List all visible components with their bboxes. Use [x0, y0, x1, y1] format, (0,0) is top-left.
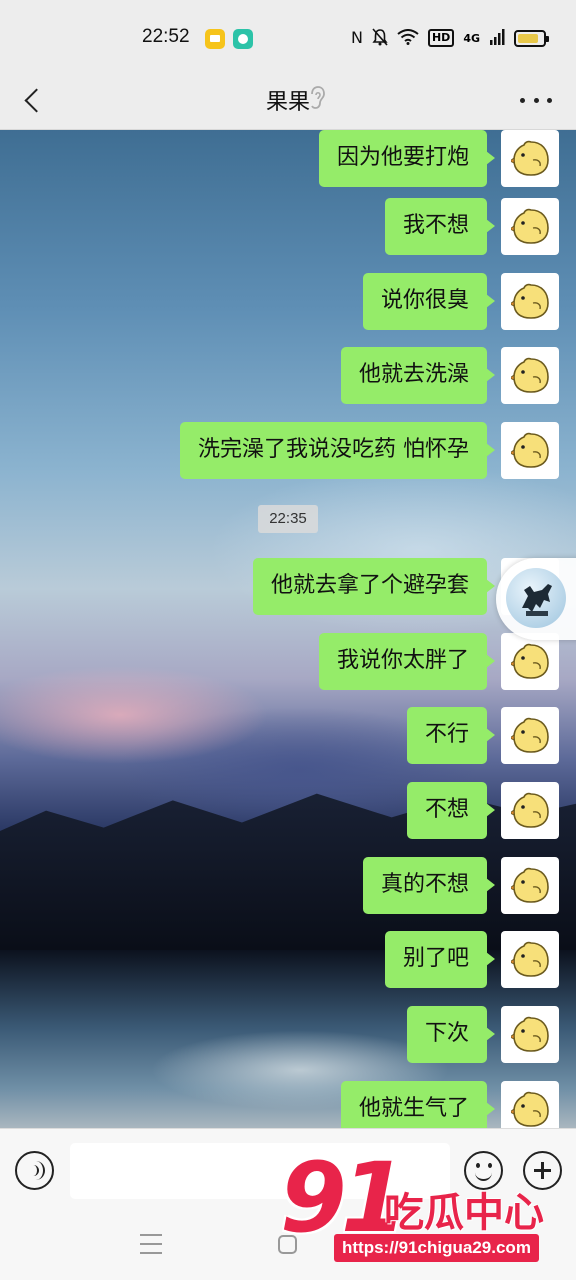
more-options-button[interactable]	[520, 86, 552, 114]
message-bubble[interactable]: 说你很臭	[362, 273, 496, 330]
avatar[interactable]	[501, 782, 559, 839]
message-row: 因为他要打炮	[318, 130, 559, 187]
message-bubble[interactable]: 他就生气了	[340, 1081, 496, 1128]
menu-line-icon	[140, 1252, 162, 1254]
watermark-url: https://91chigua29.com	[334, 1234, 539, 1262]
chick-avatar-icon	[511, 1016, 549, 1052]
message-row: 别了吧	[384, 931, 559, 988]
notification-app-icon	[205, 29, 225, 49]
nfc-icon: Ν	[351, 28, 363, 47]
status-bar: 22:52 Ν HD 4G	[0, 0, 576, 72]
signal-icon	[489, 28, 505, 48]
chick-avatar-icon	[511, 357, 549, 393]
message-row: 下次	[406, 1006, 559, 1063]
chat-area[interactable]: 因为他要打炮我不想说你很臭他就去洗澡洗完澡了我说没吃药 怕怀孕他就去拿了个避孕套…	[0, 130, 576, 1128]
avatar[interactable]	[501, 707, 559, 764]
message-row: 真的不想	[362, 857, 559, 914]
chick-avatar-icon	[511, 792, 549, 828]
menu-line-icon	[140, 1234, 162, 1236]
chat-title: 果果	[265, 90, 310, 115]
message-bubble[interactable]: 他就去洗澡	[340, 347, 496, 404]
message-bubble[interactable]: 我不想	[384, 198, 496, 255]
avatar[interactable]	[501, 198, 559, 255]
notification-chat-icon	[233, 29, 253, 49]
battery-icon	[514, 29, 549, 47]
message-bubble[interactable]: 真的不想	[362, 857, 496, 914]
status-time: 22:52	[142, 26, 190, 47]
message-row: 说你很臭	[362, 273, 559, 330]
more-dot-icon	[547, 97, 552, 103]
more-dot-icon	[520, 97, 525, 103]
chick-avatar-icon	[511, 432, 549, 468]
message-row: 我不想	[384, 198, 559, 255]
chick-avatar-icon	[511, 283, 549, 319]
earpiece-mode-icon	[308, 85, 326, 111]
floating-ball-button[interactable]	[496, 558, 576, 640]
avatar[interactable]	[501, 1006, 559, 1063]
message-bubble[interactable]: 他就去拿了个避孕套	[252, 558, 496, 615]
message-row: 不想	[406, 782, 559, 839]
horse-statue-icon	[522, 584, 552, 616]
chick-avatar-icon	[511, 867, 549, 903]
message-bubble[interactable]: 不行	[406, 707, 496, 764]
network-label: 4G	[463, 31, 480, 45]
message-bubble[interactable]: 下次	[406, 1006, 496, 1063]
chick-avatar-icon	[511, 208, 549, 244]
message-bubble[interactable]: 因为他要打炮	[318, 130, 496, 187]
message-bubble[interactable]: 洗完澡了我说没吃药 怕怀孕	[180, 422, 495, 479]
chick-avatar-icon	[511, 1091, 549, 1127]
avatar[interactable]	[501, 1081, 559, 1128]
message-bubble[interactable]: 我说你太胖了	[318, 633, 496, 690]
watermark-name: 吃瓜中心	[384, 1190, 544, 1236]
message-row: 不行	[406, 707, 559, 764]
avatar[interactable]	[501, 633, 559, 690]
avatar[interactable]	[501, 931, 559, 988]
chat-header: 果果	[0, 72, 576, 130]
message-row: 他就去洗澡	[340, 347, 559, 404]
chick-avatar-icon	[511, 643, 549, 679]
message-row: 我说你太胖了	[318, 633, 559, 690]
avatar[interactable]	[501, 130, 559, 187]
avatar[interactable]	[501, 857, 559, 914]
voice-input-button[interactable]	[15, 1151, 54, 1190]
message-bubble[interactable]: 不想	[406, 782, 496, 839]
message-row: 洗完澡了我说没吃药 怕怀孕	[180, 422, 559, 479]
message-bubble[interactable]: 别了吧	[384, 931, 496, 988]
wifi-icon	[397, 28, 419, 48]
avatar[interactable]	[501, 273, 559, 330]
floating-ball	[506, 568, 566, 628]
avatar[interactable]	[501, 422, 559, 479]
battery-fill	[518, 33, 538, 43]
mute-bell-icon	[372, 27, 388, 49]
chick-avatar-icon	[511, 717, 549, 753]
hd-badge: HD	[427, 29, 455, 47]
message-row: 他就生气了	[340, 1081, 559, 1128]
time-divider: 22:35	[258, 505, 318, 533]
chick-avatar-icon	[511, 140, 549, 176]
chick-avatar-icon	[511, 941, 549, 977]
recent-apps-button[interactable]	[140, 1234, 162, 1254]
watermark: 91 吃瓜中心 https://91chigua29.com	[276, 1142, 576, 1268]
more-dot-icon	[533, 97, 539, 103]
status-icons: Ν HD 4G	[351, 26, 549, 50]
avatar[interactable]	[501, 347, 559, 404]
menu-line-icon	[140, 1243, 162, 1245]
